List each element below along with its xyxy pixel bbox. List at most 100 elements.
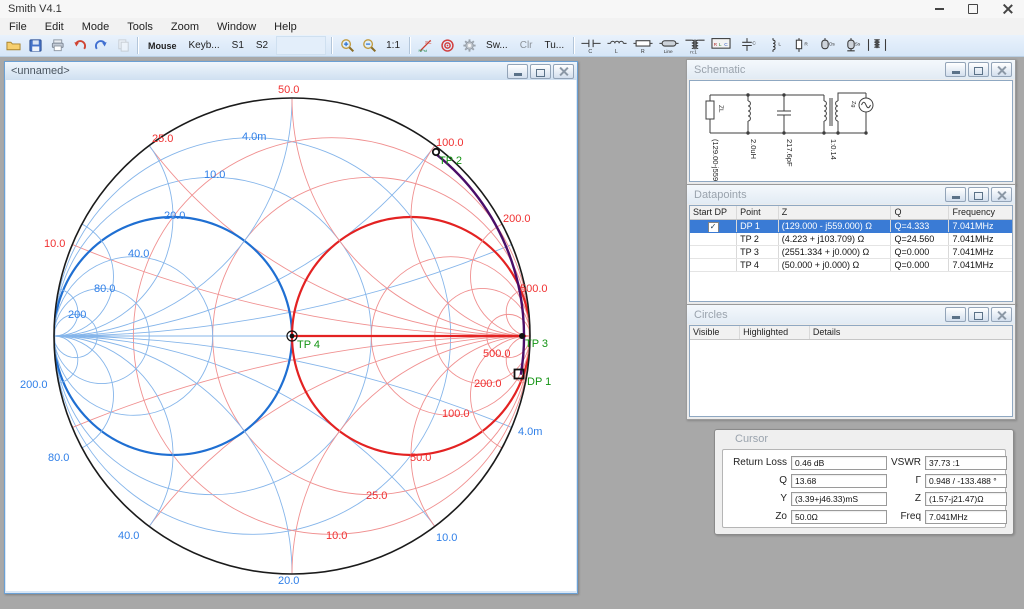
datapoint-row[interactable]: ✓DP 1(129.000 - j559.000) ΩQ=4.3337.041M… [690,220,1012,233]
cursor-freq-value[interactable]: 7.041MHz [925,510,1007,524]
column-header-highlighted[interactable]: Highlighted [740,326,810,339]
close-button[interactable] [991,307,1012,322]
maximize-button[interactable] [956,0,990,18]
datapoint-row[interactable]: TP 4(50.000 + j0.000) ΩQ=0.0007.041MHz [690,259,1012,272]
datapoints-window-buttons [945,187,1015,202]
start-dp-cell[interactable] [690,259,737,271]
smith-chart[interactable]: 50.025.010.0100.0200.0500.0500.0200.0100… [6,80,576,591]
column-header-z[interactable]: Z [779,206,892,219]
keyboard-mode-button[interactable]: Keyb... [184,36,225,56]
minimize-icon [514,73,522,76]
tune-button[interactable]: Tu... [540,36,570,56]
cursor-z-value[interactable]: (1.57-j21.47)Ω [925,492,1007,506]
menu-edit[interactable]: Edit [36,18,73,35]
zoom-in-button[interactable] [337,36,357,56]
close-button[interactable] [553,64,574,79]
shunt-inductor-button[interactable]: L [761,36,785,56]
short-stub-button[interactable]: Ss [839,36,863,56]
transformer[interactable] [824,93,866,133]
save-button[interactable] [25,36,45,56]
maximize-button[interactable] [530,64,551,79]
datapoint-row[interactable]: TP 3(2551.334 + j0.000) ΩQ=0.0007.041MHz [690,246,1012,259]
cursor-gamma-value[interactable]: 0.948 / -133.488 ° [925,474,1007,488]
start-dp-cell[interactable] [690,246,737,258]
datapoints-titlebar[interactable]: Datapoints [687,185,1015,204]
open-stub-button[interactable]: Os [813,36,837,56]
start-dp-cell[interactable]: ✓ [690,220,737,232]
schematic-body[interactable]: ZLZg(129.00-j5592.0uH217.6pF1:0.14 [689,80,1013,182]
maximize-icon [974,67,983,75]
column-header-frequency[interactable]: Frequency [949,206,1012,219]
menu-window[interactable]: Window [208,18,265,35]
close-button[interactable] [991,62,1012,77]
redo-button[interactable] [91,36,111,56]
shunt-resistor-button[interactable]: R [787,36,811,56]
mouse-mode-button[interactable]: Mouse [143,36,182,56]
column-header-start-dp[interactable]: Start DP [690,206,737,219]
minimize-button[interactable] [922,0,956,18]
cursor-zo-value[interactable]: 50.0Ω [791,510,887,524]
column-header-details[interactable]: Details [810,326,1012,339]
cursor-vswr-value[interactable]: 37.73 :1 [925,456,1007,470]
close-button[interactable] [990,0,1024,18]
transformer-button[interactable]: n:1 [683,36,707,56]
smith-chart-titlebar[interactable]: <unnamed> [5,62,577,80]
menu-zoom[interactable]: Zoom [162,18,208,35]
sweep-button[interactable]: Sw... [481,36,513,56]
schematic-titlebar[interactable]: Schematic [687,60,1015,79]
maximize-button[interactable] [968,307,989,322]
shunt-l-icon: L [762,37,784,54]
maximize-button[interactable] [968,62,989,77]
column-header-point[interactable]: Point [737,206,779,219]
start-dp-cell[interactable] [690,233,737,245]
rlc-network-button[interactable]: RLC [709,36,733,56]
maximize-button[interactable] [968,187,989,202]
minimize-button[interactable] [945,187,966,202]
menu-file[interactable]: File [0,18,36,35]
redo-icon [94,38,109,53]
copy-button[interactable] [113,36,133,56]
s1-button[interactable]: S1 [227,36,249,56]
marker-tp4[interactable] [290,334,295,339]
cursor-y-value[interactable]: (3.39+j46.33)mS [791,492,887,506]
series-inductor-button[interactable]: L [605,36,629,56]
clear-button[interactable]: Clr [515,36,538,56]
start-dp-checkbox[interactable]: ✓ [708,222,719,232]
zoom-reset-button[interactable]: 1:1 [381,36,405,56]
menu-mode[interactable]: Mode [73,18,119,35]
grid-label-blue: 200 [68,309,86,321]
minimize-button[interactable] [945,62,966,77]
load-impedance[interactable] [706,101,714,119]
cursor-q-value[interactable]: 13.68 [791,474,887,488]
shunt-capacitor[interactable] [777,95,791,133]
shunt-capacitor-button[interactable]: C [735,36,759,56]
undo-button[interactable] [69,36,89,56]
s2-button[interactable]: S2 [251,36,273,56]
menu-tools[interactable]: Tools [118,18,162,35]
maximize-icon [974,192,983,200]
transmission-line-button[interactable]: Line [657,36,681,56]
series-resistor-button[interactable]: R [631,36,655,56]
datapoint-row[interactable]: TP 2(4.223 + j103.709) ΩQ=24.5607.041MHz [690,233,1012,246]
target-button[interactable] [437,36,457,56]
frequency-cell: 7.041MHz [949,259,1012,271]
series-capacitor-button[interactable]: C [579,36,603,56]
close-button[interactable] [991,187,1012,202]
column-header-visible[interactable]: Visible [690,326,740,339]
settings-button[interactable] [459,36,479,56]
transformer-tapped-button[interactable] [865,36,889,56]
zoom-out-button[interactable] [359,36,379,56]
sc-npst-button[interactable]: SCNPst [415,36,435,56]
minimize-button[interactable] [507,64,528,79]
shunt-inductor[interactable] [748,95,750,133]
menu-help[interactable]: Help [265,18,306,35]
open-button[interactable] [3,36,23,56]
minimize-button[interactable] [945,307,966,322]
circles-titlebar[interactable]: Circles [687,305,1015,324]
cursor-return-loss-value[interactable]: 0.46 dB [791,456,887,470]
smith-chart-canvas[interactable]: 50.025.010.0100.0200.0500.0500.0200.0100… [6,80,576,591]
print-button[interactable] [47,36,67,56]
circles-table: VisibleHighlightedDetails [690,326,1012,340]
column-header-q[interactable]: Q [891,206,949,219]
frequency-cell: 7.041MHz [949,220,1012,232]
